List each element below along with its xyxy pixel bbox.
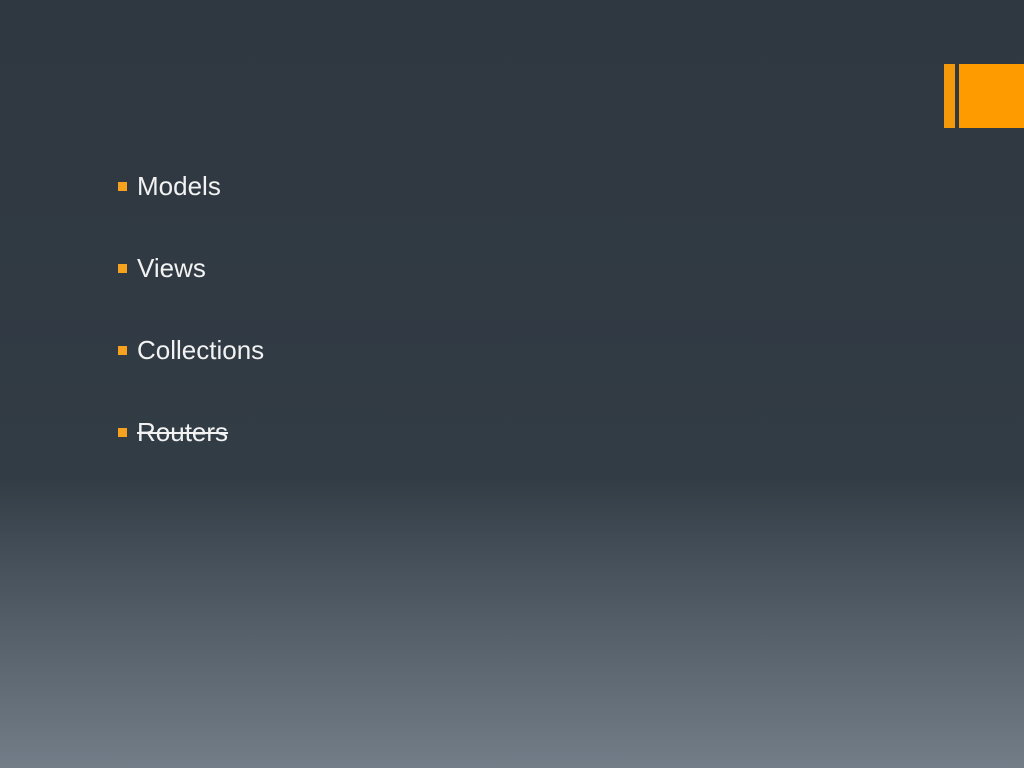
square-bullet-icon <box>118 346 127 355</box>
slide: Models Views Collections Routers <box>0 0 1024 768</box>
accent-bar-wide <box>959 64 1024 128</box>
bullet-text-views: Views <box>137 253 206 283</box>
square-bullet-icon <box>118 428 127 437</box>
bullet-text-models: Models <box>137 171 221 201</box>
bullet-text-routers: Routers <box>137 417 229 447</box>
square-bullet-icon <box>118 264 127 273</box>
bullet-text-collections: Collections <box>137 335 265 365</box>
square-bullet-icon <box>118 182 127 191</box>
accent-bar-thin <box>944 64 955 128</box>
